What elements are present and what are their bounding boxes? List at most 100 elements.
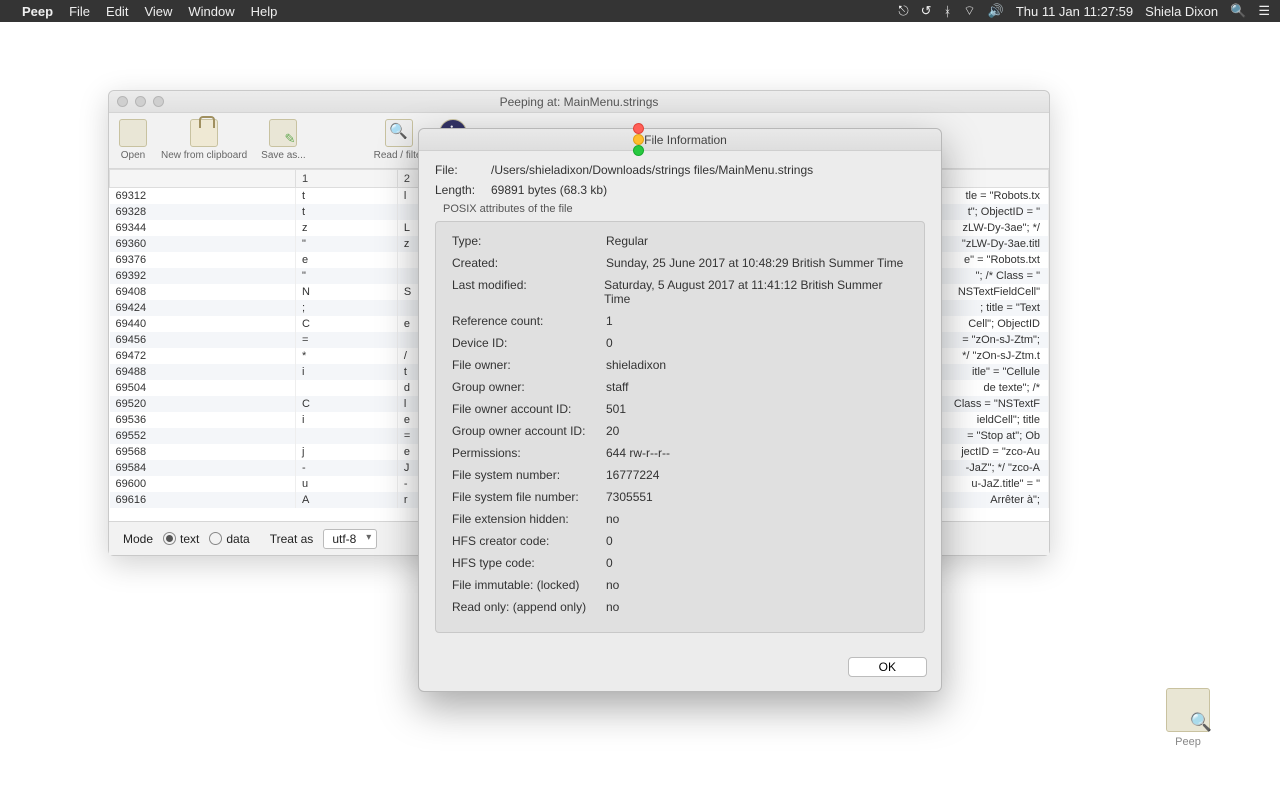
char-cell: i [296,412,398,428]
bluetooth-icon[interactable]: ᚼ [944,4,952,19]
menu-window[interactable]: Window [188,4,234,19]
dialog-titlebar[interactable]: File Information [419,129,941,151]
new-from-clipboard-button[interactable]: New from clipboard [161,119,247,161]
dialog-title: File Information [644,133,727,147]
attr-label: File owner: [452,358,606,372]
dialog-traffic-lights [633,123,644,156]
dialog-minimize-button[interactable] [633,134,644,145]
addr-cell: 69504 [110,380,296,396]
char-cell: u [296,476,398,492]
desktop-peep-label: Peep [1175,736,1201,748]
attr-value: no [606,512,619,526]
notifications-icon[interactable]: ☰ [1258,3,1270,19]
addr-cell: 69424 [110,300,296,316]
zoom-button[interactable] [153,96,164,107]
attr-value: 644 rw-r--r-- [606,446,670,460]
menubar: Peep File Edit View Window Help ⎋ ↺ ᚼ ⌔ … [0,0,1280,22]
attr-label: HFS type code: [452,556,606,570]
char-cell: z [296,220,398,236]
dialog-zoom-button[interactable] [633,145,644,156]
menu-help[interactable]: Help [251,4,278,19]
attr-value: 0 [606,534,613,548]
attr-row: File owner:shieladixon [452,358,908,372]
clipboard-icon [190,119,218,147]
volume-icon[interactable]: 🔊 [988,3,1004,19]
attr-label: File immutable: (locked) [452,578,606,592]
addr-cell: 69312 [110,188,296,204]
attr-value: 0 [606,336,613,350]
addr-cell: 69360 [110,236,296,252]
treat-as-label: Treat as [270,532,314,546]
close-button[interactable] [117,96,128,107]
radio-data[interactable]: data [209,532,249,546]
attr-row: File system number:16777224 [452,468,908,482]
addr-cell: 69376 [110,252,296,268]
addr-cell: 69616 [110,492,296,508]
attr-label: Type: [452,234,606,248]
menubar-user[interactable]: Shiela Dixon [1145,4,1218,19]
menu-app[interactable]: Peep [22,4,53,19]
timemachine-icon[interactable]: ↺ [921,3,932,19]
attr-value: shieladixon [606,358,666,372]
attr-label: File system number: [452,468,606,482]
addr-cell: 69536 [110,412,296,428]
spotlight-icon[interactable]: 🔍 [1230,3,1246,19]
file-label: File: [435,163,491,177]
wifi-icon[interactable]: ⌔ [963,3,975,19]
addr-cell: 69600 [110,476,296,492]
ok-button[interactable]: OK [848,657,927,677]
attr-row: Last modified:Saturday, 5 August 2017 at… [452,278,908,306]
menu-file[interactable]: File [69,4,90,19]
char-cell: * [296,348,398,364]
addr-cell: 69584 [110,460,296,476]
attr-row: Reference count:1 [452,314,908,328]
attr-label: Reference count: [452,314,606,328]
attr-label: HFS creator code: [452,534,606,548]
menubar-clock[interactable]: Thu 11 Jan 11:27:59 [1016,4,1133,19]
char-cell [296,428,398,444]
menu-view[interactable]: View [144,4,172,19]
script-icon[interactable]: ⎋ [898,3,908,19]
col-header[interactable]: 1 [296,170,398,188]
attr-row: Read only: (append only)no [452,600,908,614]
attr-value: Saturday, 5 August 2017 at 11:41:12 Brit… [604,278,908,306]
addr-cell: 69440 [110,316,296,332]
attr-value: 16777224 [606,468,659,482]
radio-text[interactable]: text [163,532,199,546]
addr-cell: 69344 [110,220,296,236]
attr-value: 7305551 [606,490,653,504]
addr-cell: 69328 [110,204,296,220]
traffic-lights [117,96,164,107]
minimize-button[interactable] [135,96,146,107]
attr-row: File extension hidden:no [452,512,908,526]
col-header[interactable] [110,170,296,188]
save-as-button[interactable]: Save as... [261,119,305,161]
desktop-peep-icon[interactable]: Peep [1158,688,1218,748]
char-cell: e [296,252,398,268]
char-cell: A [296,492,398,508]
char-cell: t [296,188,398,204]
char-cell [296,380,398,396]
file-info-dialog: File Information File:/Users/shieladixon… [418,128,942,692]
addr-cell: 69392 [110,268,296,284]
menu-edit[interactable]: Edit [106,4,128,19]
attr-value: 0 [606,556,613,570]
attr-row: Type:Regular [452,234,908,248]
char-cell: " [296,236,398,252]
open-label: Open [121,150,145,161]
dialog-body: File:/Users/shieladixon/Downloads/string… [419,151,941,647]
attr-label: Permissions: [452,446,606,460]
char-cell: C [296,396,398,412]
attr-value: Sunday, 25 June 2017 at 10:48:29 British… [606,256,903,270]
dialog-close-button[interactable] [633,123,644,134]
length-label: Length: [435,183,491,197]
length-value: 69891 bytes (68.3 kb) [491,183,607,197]
file-value: /Users/shieladixon/Downloads/strings fil… [491,163,813,177]
main-titlebar[interactable]: Peeping at: MainMenu.strings [109,91,1049,113]
posix-box: Type:RegularCreated:Sunday, 25 June 2017… [435,221,925,633]
encoding-select[interactable]: utf-8 [323,529,377,549]
attr-label: File extension hidden: [452,512,606,526]
open-button[interactable]: Open [119,119,147,161]
save-icon [269,119,297,147]
addr-cell: 69568 [110,444,296,460]
